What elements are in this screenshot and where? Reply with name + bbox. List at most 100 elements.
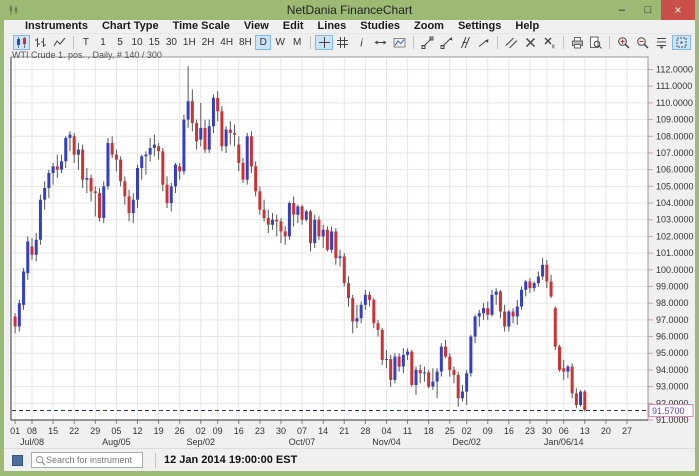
svg-text:21: 21 [339, 426, 349, 436]
toolbar-separator [609, 36, 610, 49]
delete-all-lines-button[interactable]: x [540, 35, 558, 50]
search-icon [35, 455, 46, 466]
svg-text:22: 22 [69, 426, 79, 436]
svg-text:13: 13 [580, 426, 590, 436]
app-chart-icon [8, 4, 20, 16]
svg-text:108.0000: 108.0000 [656, 131, 694, 141]
timeframe-2h-button[interactable]: 2H [199, 35, 217, 50]
svg-text:Aug/05: Aug/05 [102, 437, 131, 447]
arrow-line-button[interactable] [475, 35, 493, 50]
svg-text:23: 23 [255, 426, 265, 436]
trend-line-button[interactable] [418, 35, 436, 50]
grid-toggle-button[interactable] [334, 35, 352, 50]
line-chart-button[interactable] [50, 35, 68, 50]
trend-ray-button[interactable] [437, 35, 455, 50]
print-preview-button[interactable] [587, 35, 605, 50]
svg-text:06: 06 [559, 426, 569, 436]
zoom-out-button[interactable] [634, 35, 652, 50]
menu-edit[interactable]: Edit [276, 20, 311, 33]
timeframe-15-button[interactable]: 15 [146, 35, 162, 50]
menu-instruments[interactable]: Instruments [18, 20, 95, 33]
line-chart-icon [53, 36, 66, 49]
menu-view[interactable]: View [237, 20, 276, 33]
candlestick-chart-button[interactable] [13, 35, 31, 50]
bar-chart-icon [34, 36, 47, 49]
svg-text:i: i [361, 38, 364, 50]
menu-zoom[interactable]: Zoom [407, 20, 451, 33]
title-bar[interactable]: NetDania FinanceChart – □ × [4, 0, 695, 20]
svg-text:94.0000: 94.0000 [656, 365, 689, 375]
svg-text:110.0000: 110.0000 [656, 98, 693, 108]
svg-text:Oct/07: Oct/07 [289, 437, 316, 447]
instrument-search-box[interactable] [31, 452, 143, 468]
search-input[interactable] [46, 455, 136, 465]
parallel-channel-button[interactable] [456, 35, 474, 50]
timeframe-8h-button[interactable]: 8H [237, 35, 255, 50]
svg-text:Jan/06/14: Jan/06/14 [544, 437, 584, 447]
crosshair-button[interactable] [315, 35, 333, 50]
menu-lines[interactable]: Lines [311, 20, 354, 33]
instrument-label: WTI Crude 1. pos. , Daily, # 140 / 300 [12, 51, 162, 60]
svg-text:27: 27 [622, 426, 632, 436]
price-chart[interactable]: 112.0000111.0000110.0000109.0000108.0000… [4, 51, 695, 448]
fit-to-screen-button[interactable] [652, 35, 670, 50]
panel-toggle-button[interactable] [672, 35, 691, 50]
window-title: NetDania FinanceChart [4, 3, 695, 17]
timeframe-tick-button[interactable]: T [78, 35, 94, 50]
bar-chart-button[interactable] [31, 35, 49, 50]
svg-text:23: 23 [525, 426, 535, 436]
svg-text:07: 07 [297, 426, 307, 436]
app-window: NetDania FinanceChart – □ × InstrumentsC… [0, 0, 699, 476]
timeframe-daily-button[interactable]: D [255, 35, 271, 50]
svg-text:04: 04 [381, 426, 391, 436]
trend-ray-icon [440, 36, 453, 49]
svg-text:20: 20 [601, 426, 611, 436]
menu-studies[interactable]: Studies [353, 20, 407, 33]
svg-text:105.0000: 105.0000 [656, 181, 694, 191]
svg-text:95.0000: 95.0000 [656, 348, 689, 358]
maximize-button[interactable]: □ [635, 0, 661, 20]
timeframe-4h-button[interactable]: 4H [218, 35, 236, 50]
delete-line-icon [524, 36, 537, 49]
svg-text:104.0000: 104.0000 [656, 198, 694, 208]
svg-text:30: 30 [276, 426, 286, 436]
timeframe-10-button[interactable]: 10 [129, 35, 145, 50]
menu-chart-type[interactable]: Chart Type [95, 20, 166, 33]
svg-text:11: 11 [403, 426, 412, 436]
svg-text:14: 14 [318, 426, 328, 436]
timeframe-30-button[interactable]: 30 [163, 35, 179, 50]
chart-overview-button[interactable] [391, 35, 409, 50]
zoom-in-button[interactable] [615, 35, 633, 50]
info-icon: i [355, 36, 368, 49]
timeframe-1-button[interactable]: 1 [95, 35, 111, 50]
connection-status-icon [12, 455, 23, 466]
svg-text:98.0000: 98.0000 [656, 298, 689, 308]
menu-time-scale[interactable]: Time Scale [166, 20, 237, 33]
print-preview-icon [589, 36, 602, 49]
timeframe-1h-button[interactable]: 1H [180, 35, 198, 50]
print-button[interactable] [568, 35, 586, 50]
toolbar: T151015301H2H4H8HDWMix [4, 34, 695, 51]
parallel-lines-button[interactable] [503, 35, 521, 50]
menu-help[interactable]: Help [508, 20, 546, 33]
close-button[interactable]: × [661, 0, 695, 20]
svg-text:15: 15 [48, 426, 58, 436]
toolbar-separator [73, 36, 74, 49]
minimize-button[interactable]: – [609, 0, 635, 20]
scroll-horizontal-button[interactable] [372, 35, 390, 50]
menu-settings[interactable]: Settings [451, 20, 508, 33]
svg-text:107.0000: 107.0000 [656, 148, 694, 158]
chart-region: WTI Crude 1. pos. , Daily, # 140 / 300 1… [4, 51, 695, 448]
svg-text:16: 16 [504, 426, 514, 436]
svg-text:09: 09 [483, 426, 493, 436]
timeframe-5-button[interactable]: 5 [112, 35, 128, 50]
svg-text:28: 28 [360, 426, 370, 436]
svg-text:Jul/08: Jul/08 [20, 437, 44, 447]
timeframe-monthly-button[interactable]: M [289, 35, 305, 50]
svg-text:02: 02 [462, 426, 472, 436]
info-button[interactable]: i [353, 35, 371, 50]
timeframe-weekly-button[interactable]: W [272, 35, 288, 50]
delete-line-button[interactable] [522, 35, 540, 50]
toolbar-separator [563, 36, 564, 49]
crosshair-icon [318, 36, 331, 49]
